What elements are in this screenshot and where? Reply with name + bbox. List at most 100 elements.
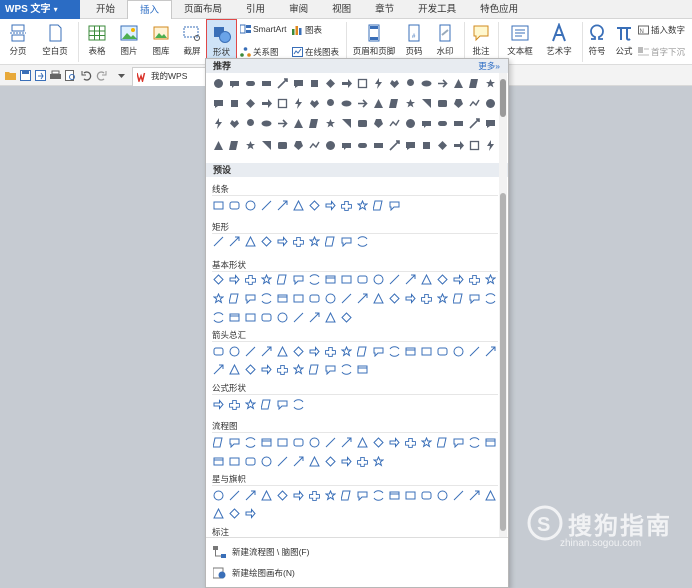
- screenshot-button[interactable]: 截屏: [178, 19, 206, 65]
- shape-option[interactable]: [356, 139, 369, 152]
- print-icon[interactable]: [50, 70, 61, 81]
- shape-option[interactable]: [452, 292, 465, 305]
- shape-option[interactable]: [468, 345, 481, 358]
- shape-option[interactable]: [388, 117, 401, 130]
- blank-page-button[interactable]: 空白页: [36, 19, 74, 65]
- shape-option[interactable]: [324, 235, 337, 248]
- shape-option[interactable]: [228, 77, 241, 90]
- shape-option[interactable]: [308, 489, 321, 502]
- shape-option[interactable]: [356, 436, 369, 449]
- shape-option[interactable]: [436, 292, 449, 305]
- shape-option[interactable]: [244, 273, 257, 286]
- shape-option[interactable]: [212, 77, 225, 90]
- shape-option[interactable]: [324, 97, 337, 110]
- shape-option[interactable]: [484, 345, 497, 358]
- tab-special[interactable]: 特色应用: [468, 0, 530, 19]
- shape-option[interactable]: [452, 489, 465, 502]
- shape-option[interactable]: [308, 345, 321, 358]
- shape-option[interactable]: [356, 199, 369, 212]
- shape-option[interactable]: [452, 345, 465, 358]
- shape-option[interactable]: [212, 199, 225, 212]
- shape-option[interactable]: [260, 117, 273, 130]
- shape-option[interactable]: [324, 139, 337, 152]
- shape-option[interactable]: [244, 489, 257, 502]
- shape-option[interactable]: [212, 117, 225, 130]
- shape-option[interactable]: [292, 139, 305, 152]
- shape-option[interactable]: [260, 139, 273, 152]
- shape-option[interactable]: [212, 398, 225, 411]
- shape-option[interactable]: [244, 199, 257, 212]
- shape-option[interactable]: [372, 489, 385, 502]
- table-button[interactable]: 表格: [82, 19, 112, 65]
- shape-option[interactable]: [260, 363, 273, 376]
- shape-option[interactable]: [372, 273, 385, 286]
- shape-option[interactable]: [340, 292, 353, 305]
- shape-option[interactable]: [452, 77, 465, 90]
- shape-option[interactable]: [324, 199, 337, 212]
- shape-option[interactable]: [228, 363, 241, 376]
- shape-option[interactable]: [468, 97, 481, 110]
- shape-option[interactable]: [260, 292, 273, 305]
- shape-option[interactable]: [420, 139, 433, 152]
- shape-option[interactable]: [468, 436, 481, 449]
- export-icon[interactable]: [35, 70, 46, 81]
- shape-option[interactable]: [308, 77, 321, 90]
- shape-option[interactable]: [308, 273, 321, 286]
- shape-option[interactable]: [276, 292, 289, 305]
- shape-option[interactable]: [436, 97, 449, 110]
- shape-option[interactable]: [420, 489, 433, 502]
- shape-option[interactable]: [356, 489, 369, 502]
- online-chart-button[interactable]: 在线图表: [292, 46, 339, 58]
- shape-option[interactable]: [276, 235, 289, 248]
- shape-option[interactable]: [436, 345, 449, 358]
- shape-option[interactable]: [324, 77, 337, 90]
- tab-home[interactable]: 开始: [84, 0, 127, 19]
- shape-option[interactable]: [468, 139, 481, 152]
- shape-option[interactable]: [484, 97, 497, 110]
- symbol-button[interactable]: 符号: [584, 19, 610, 65]
- new-flowchart-menu-item[interactable]: 新建流程图 \ 脑图(F): [213, 543, 309, 561]
- shape-option[interactable]: [276, 311, 289, 324]
- shape-option[interactable]: [340, 363, 353, 376]
- shape-option[interactable]: [436, 77, 449, 90]
- shape-option[interactable]: [244, 398, 257, 411]
- shape-option[interactable]: [340, 273, 353, 286]
- shape-option[interactable]: [372, 199, 385, 212]
- shape-option[interactable]: [276, 455, 289, 468]
- shape-option[interactable]: [468, 77, 481, 90]
- page-break-button[interactable]: 分页: [2, 19, 34, 65]
- shape-option[interactable]: [356, 117, 369, 130]
- shape-option[interactable]: [308, 455, 321, 468]
- shape-option[interactable]: [420, 97, 433, 110]
- shape-option[interactable]: [292, 398, 305, 411]
- shape-option[interactable]: [212, 311, 225, 324]
- print-preview-icon[interactable]: [65, 70, 76, 81]
- shape-option[interactable]: [292, 345, 305, 358]
- shape-option[interactable]: [276, 345, 289, 358]
- shape-option[interactable]: [404, 273, 417, 286]
- shape-option[interactable]: [292, 117, 305, 130]
- shape-option[interactable]: [324, 273, 337, 286]
- shape-option[interactable]: [468, 292, 481, 305]
- shape-option[interactable]: [212, 235, 225, 248]
- shape-option[interactable]: [356, 345, 369, 358]
- shape-option[interactable]: [228, 436, 241, 449]
- tab-view[interactable]: 视图: [320, 0, 363, 19]
- shape-option[interactable]: [292, 97, 305, 110]
- shape-option[interactable]: [388, 273, 401, 286]
- shape-option[interactable]: [340, 97, 353, 110]
- shape-option[interactable]: [356, 97, 369, 110]
- shape-option[interactable]: [308, 311, 321, 324]
- shape-option[interactable]: [292, 311, 305, 324]
- new-canvas-menu-item[interactable]: 新建绘图画布(N): [213, 564, 295, 582]
- shape-option[interactable]: [420, 436, 433, 449]
- shape-option[interactable]: [484, 436, 497, 449]
- shape-option[interactable]: [228, 235, 241, 248]
- shape-option[interactable]: [436, 117, 449, 130]
- shape-option[interactable]: [228, 117, 241, 130]
- shape-option[interactable]: [308, 139, 321, 152]
- tab-review[interactable]: 审阅: [277, 0, 320, 19]
- shape-option[interactable]: [452, 139, 465, 152]
- shape-option[interactable]: [484, 273, 497, 286]
- shape-option[interactable]: [244, 507, 257, 520]
